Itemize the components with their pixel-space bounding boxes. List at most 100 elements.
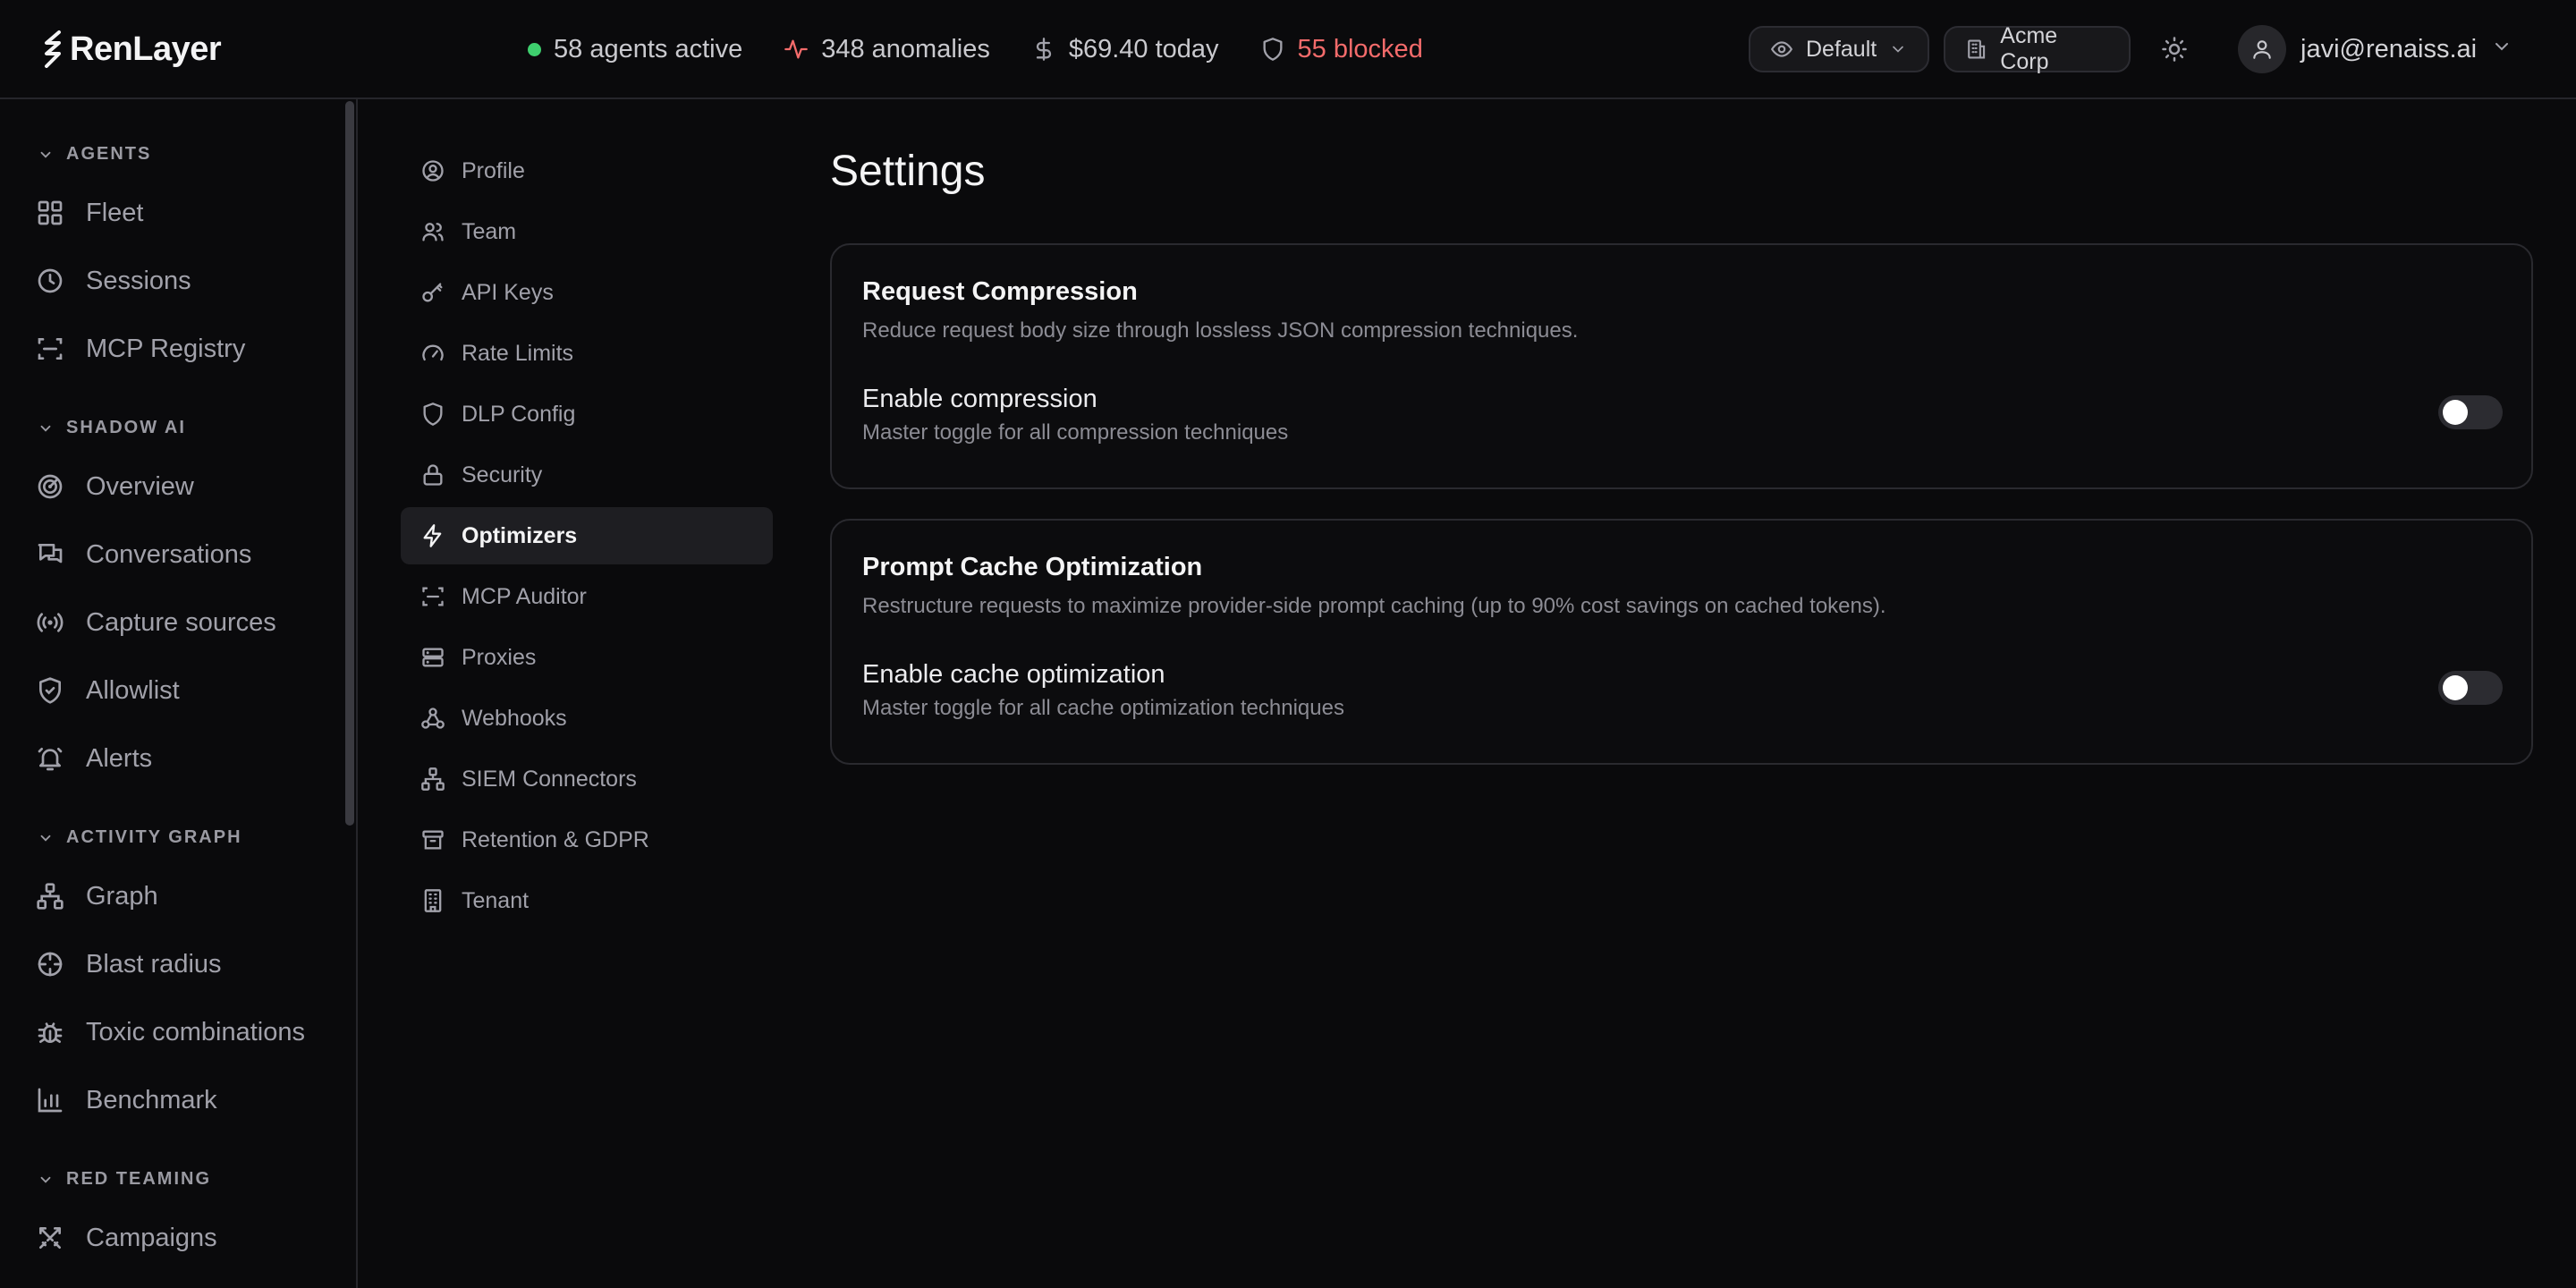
- cost-stat[interactable]: $69.40 today: [1031, 35, 1219, 64]
- settings-nav-label: DLP Config: [462, 401, 576, 427]
- sidebar-group-title: ACTIVITY GRAPH: [66, 827, 242, 847]
- sidebar-item-sessions[interactable]: Sessions: [36, 259, 191, 302]
- org-select-value: Acme Corp: [2000, 23, 2058, 74]
- sidebar-item-label: Overview: [86, 471, 194, 501]
- eye-icon: [1770, 41, 1793, 57]
- sidebar-item-blast-radius[interactable]: Blast radius: [36, 943, 222, 986]
- sidebar-item-overview[interactable]: Overview: [36, 465, 194, 508]
- setting-label: Enable compression: [862, 385, 1097, 413]
- anomalies-text: 348 anomalies: [821, 34, 990, 64]
- sidebar-item-conversations[interactable]: Conversations: [36, 533, 251, 576]
- blocked-text: 55 blocked: [1297, 34, 1423, 64]
- settings-nav-label: Retention & GDPR: [462, 826, 649, 852]
- sidebar-item-alerts[interactable]: Alerts: [36, 737, 152, 780]
- users-icon: [422, 223, 444, 242]
- sidebar-item-label: MCP Registry: [86, 334, 246, 363]
- user-icon: [2253, 40, 2271, 59]
- settings-nav-retention-gdpr[interactable]: Retention & GDPR: [401, 811, 773, 869]
- shield-check-icon: [39, 677, 61, 704]
- user-menu-chevron: [2491, 35, 2512, 64]
- settings-nav-tenant[interactable]: Tenant: [401, 872, 773, 929]
- sidebar-group-agents[interactable]: AGENTS: [38, 144, 151, 165]
- settings-nav-proxies[interactable]: Proxies: [401, 629, 773, 686]
- scan-icon: [38, 338, 63, 360]
- settings-nav-optimizers[interactable]: Optimizers: [401, 507, 773, 564]
- crosshair-icon: [38, 952, 63, 977]
- settings-nav-rate-limits[interactable]: Rate Limits: [401, 325, 773, 382]
- agents-active-stat[interactable]: 58 agents active: [528, 35, 742, 64]
- sidebar-item-benchmark[interactable]: Benchmark: [36, 1079, 217, 1122]
- sidebar-group-title: AGENTS: [66, 144, 152, 164]
- sidebar: AGENTS Fleet Sessions MCP Registry SHADO…: [0, 99, 358, 1288]
- user-circle-icon: [422, 160, 444, 182]
- sidebar-item-campaigns[interactable]: Campaigns: [36, 1216, 217, 1259]
- sidebar-group-shadow-ai[interactable]: SHADOW AI: [38, 418, 186, 438]
- chevron-down-icon: [40, 1176, 51, 1183]
- shield-icon: [423, 402, 443, 426]
- sidebar-item-label: Campaigns: [86, 1223, 217, 1252]
- building-icon: [1968, 39, 1986, 59]
- sidebar-item-label: Capture sources: [86, 607, 276, 637]
- settings-nav-webhooks[interactable]: Webhooks: [401, 690, 773, 747]
- grid-icon: [38, 200, 63, 225]
- sidebar-item-capture-sources[interactable]: Capture sources: [36, 601, 276, 644]
- settings-nav-siem-connectors[interactable]: SIEM Connectors: [401, 750, 773, 808]
- anomalies-stat[interactable]: 348 anomalies: [784, 35, 990, 64]
- avatar: [2238, 25, 2286, 73]
- settings-nav-label: MCP Auditor: [462, 583, 587, 609]
- chevron-down-icon: [40, 835, 51, 842]
- gauge-icon: [422, 344, 444, 361]
- enable-compression-toggle[interactable]: [2438, 395, 2503, 429]
- sidebar-item-label: Allowlist: [86, 675, 180, 705]
- settings-nav-dlp-config[interactable]: DLP Config: [401, 386, 773, 443]
- sidebar-scrollbar[interactable]: [345, 101, 354, 826]
- card-description: Reduce request body size through lossles…: [862, 318, 1579, 343]
- blocked-stat[interactable]: 55 blocked: [1260, 35, 1423, 64]
- card-title: Prompt Cache Optimization: [862, 553, 1203, 581]
- settings-nav-api-keys[interactable]: API Keys: [401, 264, 773, 321]
- chevron-down-icon: [40, 151, 51, 158]
- settings-nav-label: Tenant: [462, 887, 530, 913]
- sidebar-item-allowlist[interactable]: Allowlist: [36, 669, 180, 712]
- sidebar-item-label: Sessions: [86, 266, 191, 295]
- webhook-icon: [421, 708, 445, 729]
- settings-nav-label: Webhooks: [462, 705, 567, 731]
- shield-icon: [1263, 38, 1283, 61]
- page-title: Settings: [830, 148, 986, 195]
- card-title: Request Compression: [862, 277, 1138, 306]
- request-compression-card: Request Compression Reduce request body …: [830, 243, 2533, 489]
- sidebar-item-fleet[interactable]: Fleet: [36, 191, 143, 234]
- server-icon: [422, 648, 444, 667]
- profile-select[interactable]: Default: [1749, 26, 1929, 72]
- sidebar-item-label: Alerts: [86, 743, 153, 773]
- settings-nav-label: Proxies: [462, 644, 537, 670]
- bar-chart-icon: [38, 1088, 63, 1113]
- zap-icon: [423, 524, 442, 547]
- settings-nav-mcp-auditor[interactable]: MCP Auditor: [401, 568, 773, 625]
- theme-toggle-button[interactable]: [2155, 30, 2194, 69]
- sidebar-item-mcp-registry[interactable]: MCP Registry: [36, 327, 245, 370]
- cost-text: $69.40 today: [1068, 34, 1219, 64]
- sidebar-group-activity-graph[interactable]: ACTIVITY GRAPH: [38, 827, 242, 848]
- card-description: Restructure requests to maximize provide…: [862, 594, 1886, 618]
- org-select[interactable]: Acme Corp: [1944, 23, 2131, 74]
- settings-nav-security[interactable]: Security: [401, 446, 773, 504]
- settings-nav-profile[interactable]: Profile: [401, 142, 773, 199]
- enable-cache-optimization-toggle[interactable]: [2438, 671, 2503, 705]
- settings-nav-label: Rate Limits: [462, 340, 574, 366]
- sidebar-group-red-teaming[interactable]: RED TEAMING: [38, 1169, 211, 1190]
- sidebar-item-label: Fleet: [86, 198, 144, 227]
- building-icon: [424, 889, 442, 912]
- settings-nav-team[interactable]: Team: [401, 203, 773, 260]
- radar-icon: [38, 474, 63, 499]
- brand-logo[interactable]: RenLayer: [41, 27, 222, 72]
- settings-nav-label: Security: [462, 462, 543, 487]
- user-menu[interactable]: javi@renaiss.ai: [2238, 24, 2512, 74]
- key-icon: [422, 283, 443, 302]
- sidebar-item-label: Blast radius: [86, 949, 222, 979]
- sidebar-item-toxic-combinations[interactable]: Toxic combinations: [36, 1011, 305, 1054]
- prompt-cache-card: Prompt Cache Optimization Restructure re…: [830, 519, 2533, 765]
- sidebar-item-graph[interactable]: Graph: [36, 875, 158, 918]
- brand-name: RenLayer: [70, 30, 222, 68]
- settings-nav-label: Team: [462, 218, 517, 244]
